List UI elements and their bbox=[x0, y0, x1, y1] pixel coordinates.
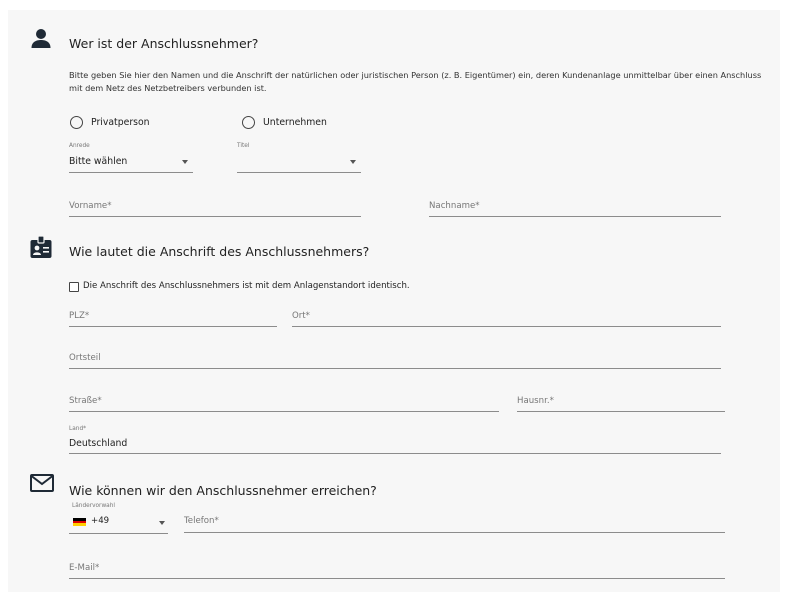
chevron-down-icon bbox=[182, 160, 188, 164]
id-card-icon bbox=[30, 235, 52, 258]
ort-input[interactable]: Ort* bbox=[292, 309, 721, 327]
intro-text: Bitte geben Sie hier den Namen und die A… bbox=[69, 70, 762, 93]
email-placeholder: E-Mail* bbox=[69, 563, 100, 573]
nachname-input[interactable]: Nachname* bbox=[429, 198, 721, 217]
radio-circle[interactable] bbox=[70, 116, 83, 129]
section-title-address: Wie lautet die Anschrift des Anschlussne… bbox=[69, 244, 370, 259]
land-label: Land* bbox=[69, 426, 87, 432]
titel-select[interactable]: Titel bbox=[237, 141, 361, 173]
germany-flag-icon bbox=[73, 518, 86, 526]
section-title-contact: Wie können wir den Anschlussnehmer errei… bbox=[69, 483, 377, 498]
radio-privatperson-label: Privatperson bbox=[91, 117, 150, 128]
plz-input[interactable]: PLZ* bbox=[69, 309, 277, 327]
vorname-input[interactable]: Vorname* bbox=[69, 198, 361, 217]
titel-label: Titel bbox=[237, 143, 250, 149]
same-address-checkbox[interactable] bbox=[69, 282, 79, 292]
anrede-value: Bitte wählen bbox=[69, 156, 128, 167]
radio-circle[interactable] bbox=[242, 116, 255, 129]
ort-placeholder: Ort* bbox=[292, 311, 310, 321]
land-value: Deutschland bbox=[69, 438, 128, 449]
section-title-person: Wer ist der Anschlussnehmer? bbox=[69, 36, 259, 51]
land-select[interactable]: Land* Deutschland bbox=[69, 424, 721, 454]
email-input[interactable]: E-Mail* bbox=[69, 561, 725, 579]
plz-placeholder: PLZ* bbox=[69, 311, 90, 321]
strasse-placeholder: Straße* bbox=[69, 396, 102, 406]
nachname-placeholder: Nachname* bbox=[429, 201, 480, 211]
telefon-input[interactable]: Telefon* bbox=[184, 514, 725, 533]
hausnr-input[interactable]: Hausnr.* bbox=[517, 394, 725, 412]
chevron-down-icon bbox=[159, 521, 165, 525]
country-code-value: +49 bbox=[91, 516, 110, 526]
country-code-label: Ländervorwahl bbox=[72, 503, 116, 509]
radio-unternehmen-label: Unternehmen bbox=[263, 117, 327, 128]
anrede-label: Anrede bbox=[69, 143, 90, 149]
chevron-down-icon bbox=[350, 160, 356, 164]
ortsteil-placeholder: Ortsteil bbox=[69, 353, 101, 363]
vorname-placeholder: Vorname* bbox=[69, 201, 112, 211]
person-icon bbox=[31, 29, 51, 48]
radio-privatperson[interactable]: Privatperson bbox=[70, 116, 150, 129]
ortsteil-input[interactable]: Ortsteil bbox=[69, 351, 721, 369]
telefon-placeholder: Telefon* bbox=[184, 516, 219, 526]
envelope-icon bbox=[30, 474, 54, 492]
country-code-select[interactable]: Ländervorwahl +49 bbox=[69, 502, 168, 534]
anrede-select[interactable]: Anrede Bitte wählen bbox=[69, 141, 193, 173]
radio-unternehmen[interactable]: Unternehmen bbox=[242, 116, 327, 129]
hausnr-placeholder: Hausnr.* bbox=[517, 396, 554, 406]
strasse-input[interactable]: Straße* bbox=[69, 394, 499, 412]
same-address-label: Die Anschrift des Anschlussnehmers ist m… bbox=[83, 281, 410, 291]
